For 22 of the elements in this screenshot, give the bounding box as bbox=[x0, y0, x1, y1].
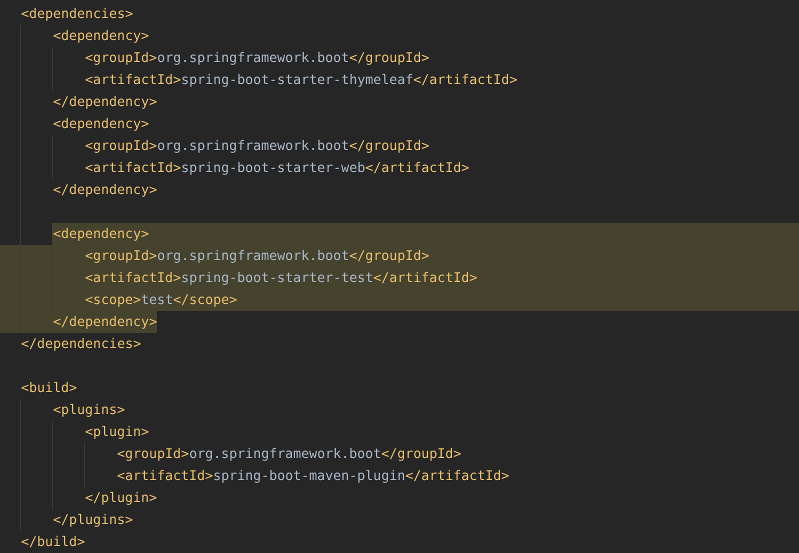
code-line: </plugins> bbox=[0, 509, 799, 531]
code-line: <build> bbox=[20, 380, 78, 398]
code-line: <groupId>org.springframework.boot</groupId> bbox=[0, 443, 799, 465]
code-line: <groupId>org.springframework.boot</groupId> bbox=[0, 245, 799, 267]
code-line: </dependency> bbox=[0, 311, 799, 333]
code-line: </dependency> bbox=[0, 91, 799, 113]
code-line: </dependencies> bbox=[20, 336, 142, 354]
code-line: <dependency> bbox=[0, 25, 799, 47]
code-line: <dependency> bbox=[0, 113, 799, 135]
code-line: <groupId>org.springframework.boot</groupId> bbox=[0, 135, 799, 157]
code-line: <dependencies> bbox=[20, 6, 134, 24]
code-line: <scope>test</scope> bbox=[0, 289, 799, 311]
code-line: </plugin> bbox=[0, 487, 799, 509]
code-line: <artifactId>spring-boot-starter-web</artifactId> bbox=[0, 157, 799, 179]
code-line: <groupId>org.springframework.boot</groupId> bbox=[0, 47, 799, 69]
code-line: <artifactId>spring-boot-maven-plugin</artifactId> bbox=[0, 465, 799, 487]
code-line: <plugin> bbox=[0, 421, 799, 443]
code-line: <plugins> bbox=[0, 399, 799, 421]
code-line: <artifactId>spring-boot-starter-thymeleaf</artifactId> bbox=[0, 69, 799, 91]
code-line: </dependency> bbox=[0, 179, 799, 201]
code-line: <artifactId>spring-boot-starter-test</artifactId> bbox=[0, 267, 799, 289]
code-line: </build> bbox=[20, 534, 86, 552]
